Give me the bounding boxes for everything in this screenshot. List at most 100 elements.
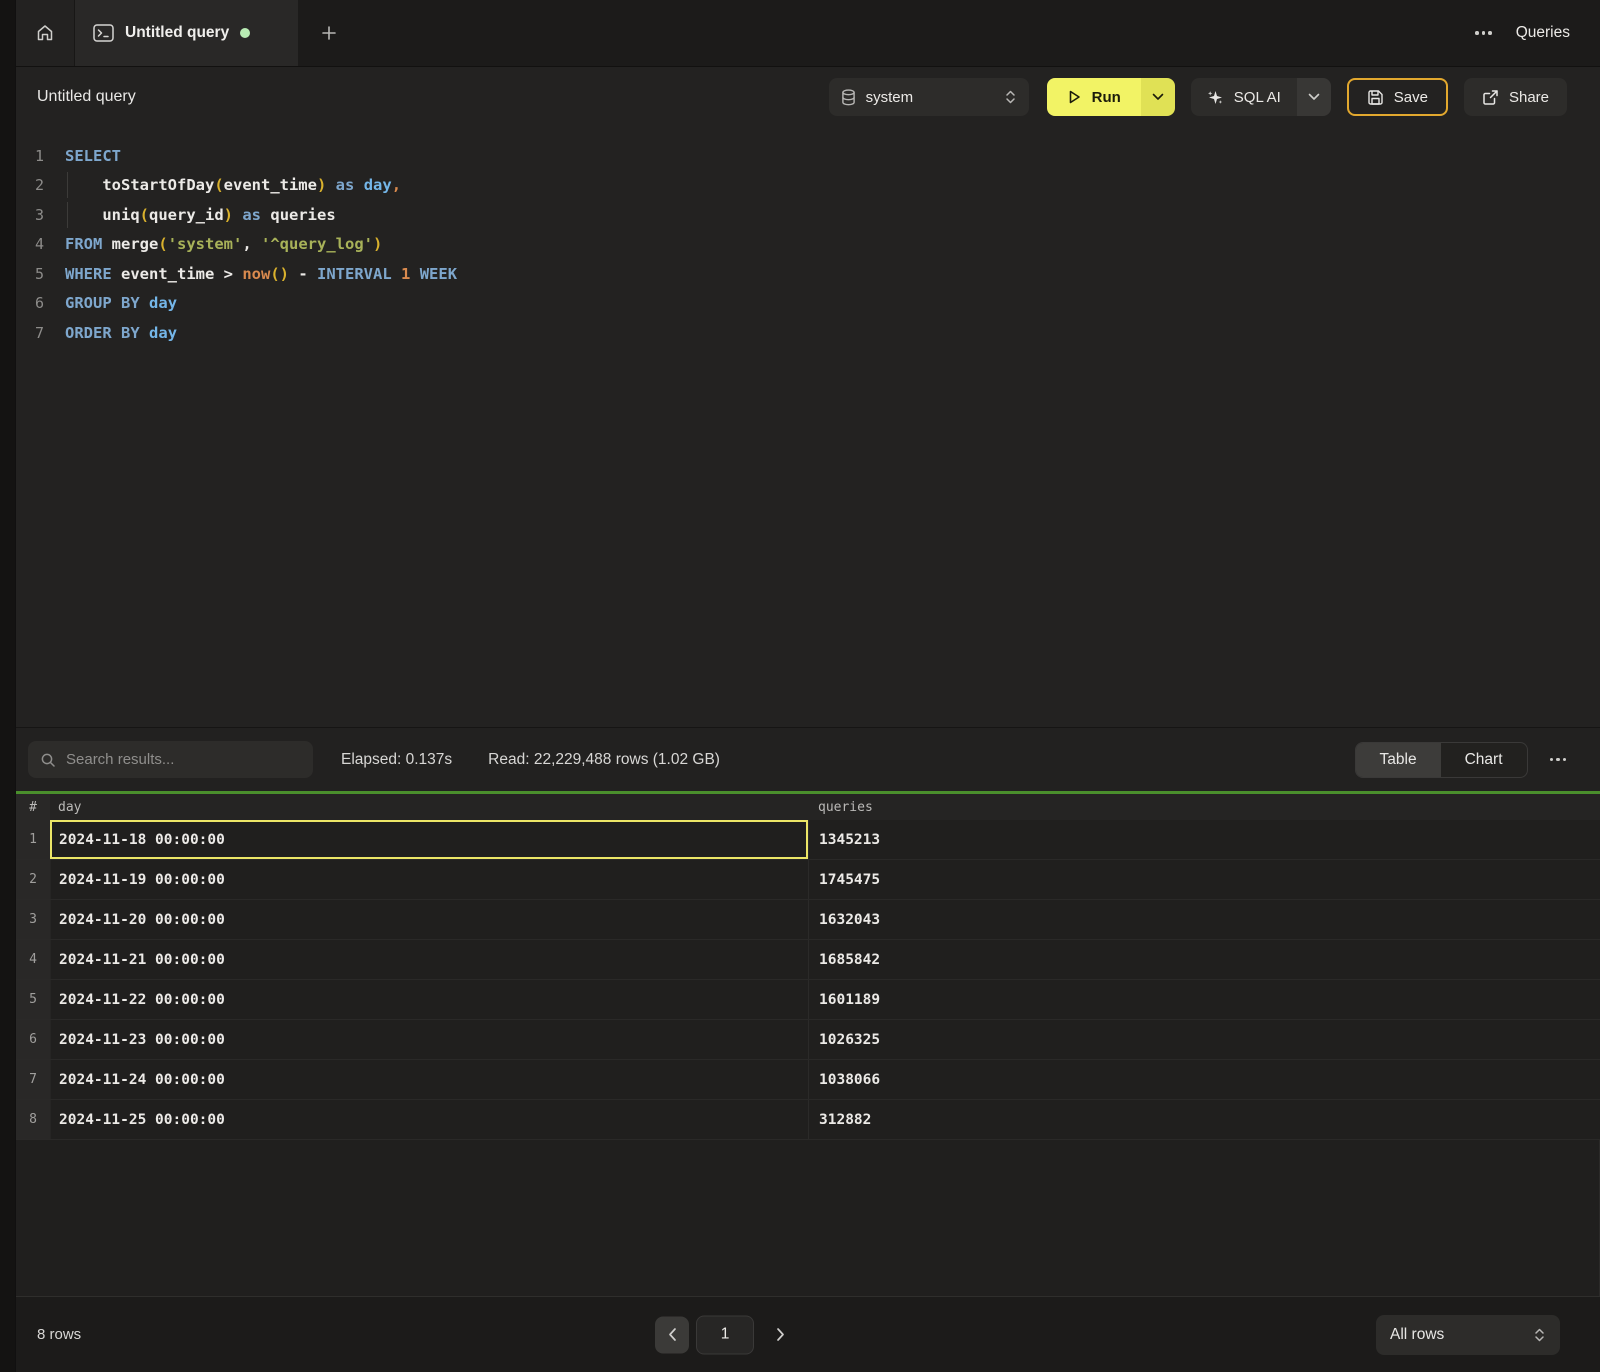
table-row[interactable]: 22024-11-19 00:00:001745475 <box>16 860 1600 900</box>
code-text: FROM merge('system', '^query_log') <box>65 235 382 253</box>
column-header-day[interactable]: day <box>50 800 808 815</box>
results-more-options-icon[interactable] <box>1546 754 1571 766</box>
code-line[interactable]: 1SELECT <box>16 141 1600 171</box>
save-icon <box>1367 89 1384 106</box>
cell-day[interactable]: 2024-11-24 00:00:00 <box>50 1060 808 1099</box>
previous-page-button[interactable] <box>655 1316 689 1353</box>
search-results-field[interactable] <box>28 741 313 778</box>
home-button[interactable] <box>16 0 75 66</box>
line-number: 4 <box>16 235 44 253</box>
table-row[interactable]: 82024-11-25 00:00:00312882 <box>16 1100 1600 1140</box>
code-line[interactable]: 6GROUP BY day <box>16 289 1600 319</box>
table-header: # day queries <box>16 794 1600 820</box>
more-options-icon[interactable] <box>1471 27 1496 39</box>
select-updown-icon <box>1004 89 1017 105</box>
elapsed-stat: Elapsed: 0.137s <box>341 751 452 769</box>
view-tab-chart[interactable]: Chart <box>1441 743 1527 777</box>
current-page-button[interactable]: 1 <box>696 1315 754 1354</box>
table-row[interactable]: 32024-11-20 00:00:001632043 <box>16 900 1600 940</box>
cell-day[interactable]: 2024-11-19 00:00:00 <box>50 860 808 899</box>
run-button-group: Run <box>1047 78 1175 116</box>
sparkles-icon <box>1207 89 1224 106</box>
cell-queries[interactable]: 1345213 <box>808 820 1600 859</box>
cell-queries[interactable]: 1685842 <box>808 940 1600 979</box>
line-number: 1 <box>16 147 44 165</box>
row-number: 1 <box>16 820 50 859</box>
row-number: 7 <box>16 1060 50 1099</box>
cell-day[interactable]: 2024-11-22 00:00:00 <box>50 980 808 1019</box>
sql-ai-button-label: SQL AI <box>1234 89 1281 106</box>
share-button-label: Share <box>1509 89 1549 106</box>
database-selector-value: system <box>866 89 914 106</box>
sql-ai-button-group: SQL AI <box>1191 78 1331 116</box>
sql-ai-options-button[interactable] <box>1297 78 1331 116</box>
line-number: 5 <box>16 265 44 283</box>
share-button[interactable]: Share <box>1464 78 1567 116</box>
page-size-value: All rows <box>1390 1326 1444 1344</box>
code-line[interactable]: 7 ORDER BY day <box>16 318 1600 348</box>
plus-icon <box>320 24 338 42</box>
code-line[interactable]: 5 WHERE event_time > now() - INTERVAL 1 W… <box>16 259 1600 289</box>
run-options-button[interactable] <box>1141 78 1175 116</box>
run-button-label: Run <box>1092 89 1121 106</box>
line-number: 3 <box>16 206 44 224</box>
next-page-button[interactable] <box>770 1322 791 1348</box>
table-row[interactable]: 62024-11-23 00:00:001026325 <box>16 1020 1600 1060</box>
code-line[interactable]: 2 toStartOfDay(event_time) as day, <box>16 171 1600 201</box>
pagination: 1 <box>655 1315 791 1354</box>
share-icon <box>1482 89 1499 106</box>
sql-ai-button[interactable]: SQL AI <box>1191 78 1297 116</box>
results-empty-area <box>16 1140 1600 1296</box>
cell-day[interactable]: 2024-11-20 00:00:00 <box>50 900 808 939</box>
query-title: Untitled query <box>37 88 136 106</box>
code-line[interactable]: 3 uniq(query_id) as queries <box>16 200 1600 230</box>
code-text: ORDER BY day <box>65 324 177 342</box>
results-toolbar: Elapsed: 0.137s Read: 22,229,488 rows (1… <box>16 727 1600 791</box>
row-number: 3 <box>16 900 50 939</box>
database-selector[interactable]: system <box>829 78 1029 116</box>
tab-title: Untitled query <box>125 24 229 42</box>
query-toolbar: Untitled query system <box>16 67 1600 127</box>
line-number: 7 <box>16 324 44 342</box>
column-header-num[interactable]: # <box>16 794 50 820</box>
sql-editor[interactable]: 1SELECT2 toStartOfDay(event_time) as day… <box>16 127 1600 727</box>
page-size-selector[interactable]: All rows <box>1376 1315 1560 1355</box>
code-text: WHERE event_time > now() - INTERVAL 1 WE… <box>65 265 457 283</box>
row-count: 8 rows <box>37 1326 81 1343</box>
cell-queries[interactable]: 1601189 <box>808 980 1600 1019</box>
cell-queries[interactable]: 1038066 <box>808 1060 1600 1099</box>
chevron-right-icon <box>776 1328 785 1342</box>
row-number: 6 <box>16 1020 50 1059</box>
row-number: 5 <box>16 980 50 1019</box>
search-icon <box>40 752 56 768</box>
cell-day[interactable]: 2024-11-25 00:00:00 <box>50 1100 808 1139</box>
cell-queries[interactable]: 1026325 <box>808 1020 1600 1059</box>
cell-day[interactable]: 2024-11-21 00:00:00 <box>50 940 808 979</box>
column-header-queries[interactable]: queries <box>808 800 1600 815</box>
code-text: GROUP BY day <box>65 294 177 312</box>
unsaved-changes-dot <box>240 28 250 38</box>
new-tab-button[interactable] <box>298 0 360 66</box>
view-tab-table[interactable]: Table <box>1356 743 1441 777</box>
terminal-icon <box>93 24 114 42</box>
table-row[interactable]: 42024-11-21 00:00:001685842 <box>16 940 1600 980</box>
cell-queries[interactable]: 1745475 <box>808 860 1600 899</box>
read-stat: Read: 22,229,488 rows (1.02 GB) <box>488 751 720 769</box>
cell-day[interactable]: 2024-11-23 00:00:00 <box>50 1020 808 1059</box>
cell-day[interactable]: 2024-11-18 00:00:00 <box>50 820 808 859</box>
chevron-down-icon <box>1308 93 1320 101</box>
cell-queries[interactable]: 1632043 <box>808 900 1600 939</box>
run-button[interactable]: Run <box>1047 78 1141 116</box>
tab-bar: Untitled query Queries <box>16 0 1600 67</box>
row-number: 4 <box>16 940 50 979</box>
cell-queries[interactable]: 312882 <box>808 1100 1600 1139</box>
table-row[interactable]: 12024-11-18 00:00:001345213 <box>16 820 1600 860</box>
table-row[interactable]: 52024-11-22 00:00:001601189 <box>16 980 1600 1020</box>
search-results-input[interactable] <box>66 751 301 768</box>
table-row[interactable]: 72024-11-24 00:00:001038066 <box>16 1060 1600 1100</box>
code-text: uniq(query_id) as queries <box>65 206 336 224</box>
code-line[interactable]: 4 FROM merge('system', '^query_log') <box>16 230 1600 260</box>
save-button[interactable]: Save <box>1347 78 1448 116</box>
queries-link[interactable]: Queries <box>1516 24 1570 42</box>
tab-untitled-query[interactable]: Untitled query <box>75 0 298 66</box>
